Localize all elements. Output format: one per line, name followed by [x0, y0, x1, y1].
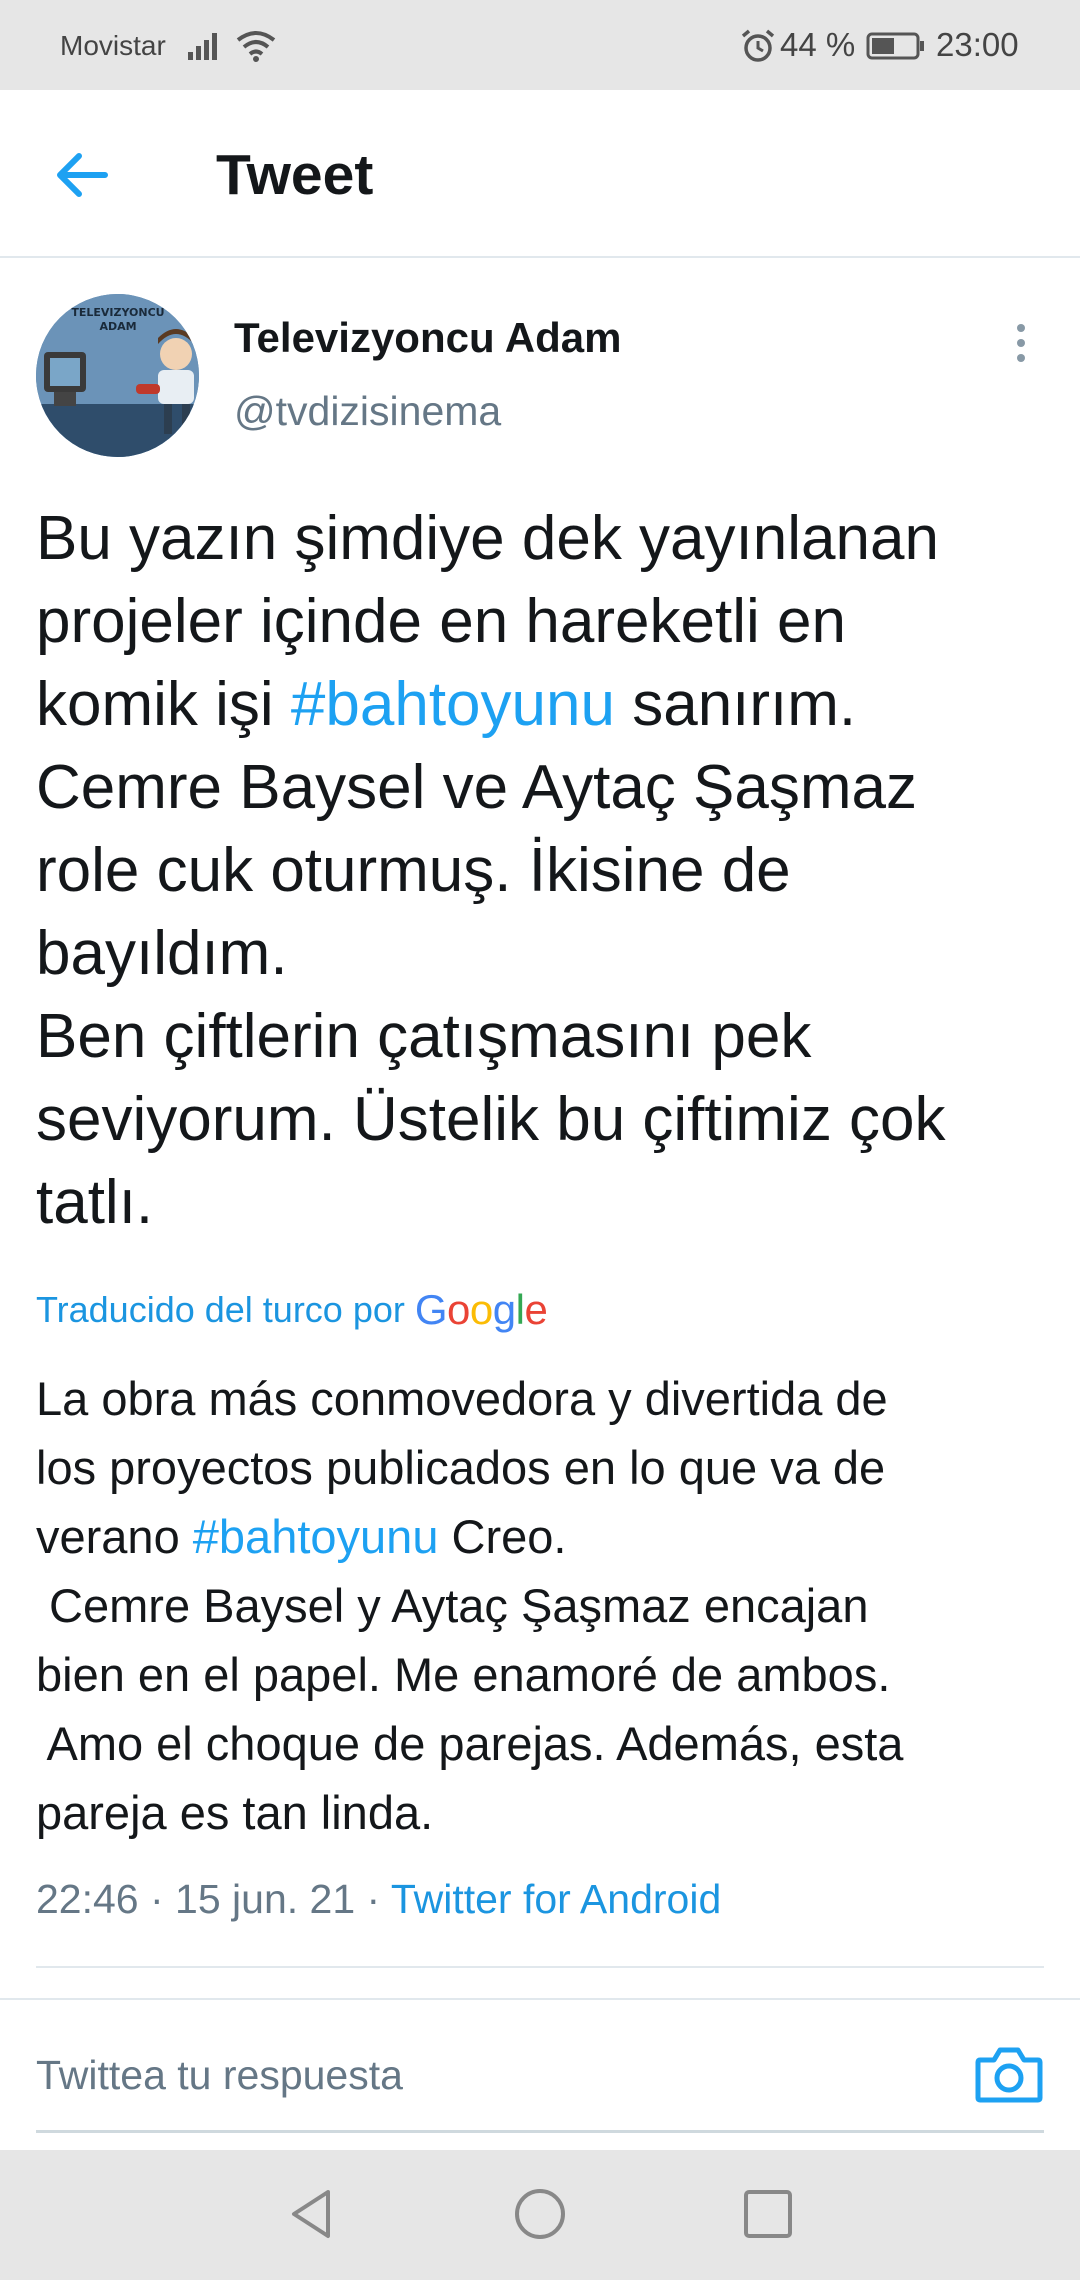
app-header: Tweet: [0, 90, 1080, 258]
signal-icon: [188, 33, 217, 60]
reply-input[interactable]: Twittea tu respuesta: [36, 2052, 403, 2099]
google-letter: e: [524, 1286, 548, 1333]
tweet-line-text: sanırım.: [614, 670, 857, 739]
translation-line: Amo el choque de parejas. Además, esta: [36, 1717, 904, 1770]
tweet-meta: 22:46 · 15 jun. 21 · Twitter for Android: [36, 1876, 721, 1923]
tweet-line: Bu yazın şimdiye dek yayınlanan: [36, 504, 939, 573]
tweet-line: Cemre Baysel ve Aytaç Şaşmaz: [36, 753, 917, 822]
google-letter: g: [492, 1286, 516, 1333]
tweet-line: komik işi #bahtoyunu sanırım.: [36, 663, 1046, 746]
tweet-line-text: komik işi: [36, 670, 291, 739]
carrier-name: Movistar: [60, 30, 166, 61]
nav-recents-icon[interactable]: [742, 2188, 794, 2240]
avatar-text-2: ADAM: [99, 320, 136, 333]
tweet-line: seviyorum. Üstelik bu çiftimiz çok: [36, 1085, 946, 1154]
translation-text: La obra más conmovedora y divertida de l…: [36, 1364, 1046, 1847]
tweet-line: tatlı.: [36, 1168, 154, 1237]
hashtag-link[interactable]: #bahtoyunu: [291, 670, 615, 739]
tweet-timestamp: 22:46 · 15 jun. 21 ·: [36, 1876, 391, 1922]
more-vertical-icon: [1017, 324, 1025, 362]
translation-line: bien en el papel. Me enamoré de ambos.: [36, 1648, 891, 1701]
arrow-left-icon: [57, 153, 108, 197]
hashtag-link[interactable]: #bahtoyunu: [193, 1510, 439, 1563]
translated-by-label: Traducido del turco por: [36, 1289, 405, 1330]
translation-line: pareja es tan linda.: [36, 1786, 434, 1839]
translation-line: La obra más conmovedora y divertida de: [36, 1372, 888, 1425]
divider: [36, 1966, 1044, 1968]
google-letter: o: [469, 1286, 493, 1333]
avatar[interactable]: TELEVIZYONCU ADAM: [36, 294, 199, 457]
back-button[interactable]: [48, 140, 118, 210]
translation-line-text: verano: [36, 1510, 193, 1563]
system-nav-bar: [0, 2150, 1080, 2280]
page-title: Tweet: [216, 143, 374, 207]
avatar-image: TELEVIZYONCU ADAM: [36, 294, 199, 457]
translation-line: los proyectos publicados en lo que va de: [36, 1441, 886, 1494]
avatar-text-1: TELEVIZYONCU: [71, 306, 164, 319]
tweet-text: Bu yazın şimdiye dek yayınlanan projeler…: [36, 497, 1046, 1244]
divider: [0, 1998, 1080, 2000]
tweet-line: role cuk oturmuş. İkisine de: [36, 836, 791, 905]
camera-button[interactable]: [974, 2044, 1044, 2106]
translation-line: verano #bahtoyunu Creo.: [36, 1502, 1046, 1571]
tweet-line: projeler içinde en hareketli en: [36, 587, 846, 656]
more-options-button[interactable]: [996, 318, 1046, 368]
author-handle[interactable]: @tvdizisinema: [234, 388, 501, 435]
google-letter: o: [447, 1286, 470, 1333]
translated-by: Traducido del turco por Google: [36, 1286, 548, 1334]
alarm-icon: [741, 29, 775, 62]
google-letter: G: [414, 1286, 448, 1333]
author-display-name[interactable]: Televizyoncu Adam: [234, 314, 621, 362]
battery-icon: [866, 32, 924, 60]
camera-icon: [975, 2047, 1043, 2103]
tweet-line: Ben çiftlerin çatışmasını pek: [36, 1002, 812, 1071]
translation-line-text: Creo.: [438, 1510, 567, 1563]
google-logo: Google: [414, 1286, 548, 1334]
wifi-icon: [236, 31, 276, 62]
tweet-line: bayıldım.: [36, 919, 288, 988]
status-bar: Movistar 44 % 23:00: [0, 0, 1080, 90]
nav-home-icon[interactable]: [512, 2186, 568, 2242]
nav-back-icon[interactable]: [284, 2186, 340, 2242]
reply-input-underline: [36, 2130, 1044, 2133]
clock: 23:00: [936, 26, 1019, 63]
tweet-source-link[interactable]: Twitter for Android: [391, 1876, 721, 1922]
translation-line: Cemre Baysel y Aytaç Şaşmaz encajan: [36, 1579, 869, 1632]
battery-percent: 44 %: [780, 26, 856, 63]
